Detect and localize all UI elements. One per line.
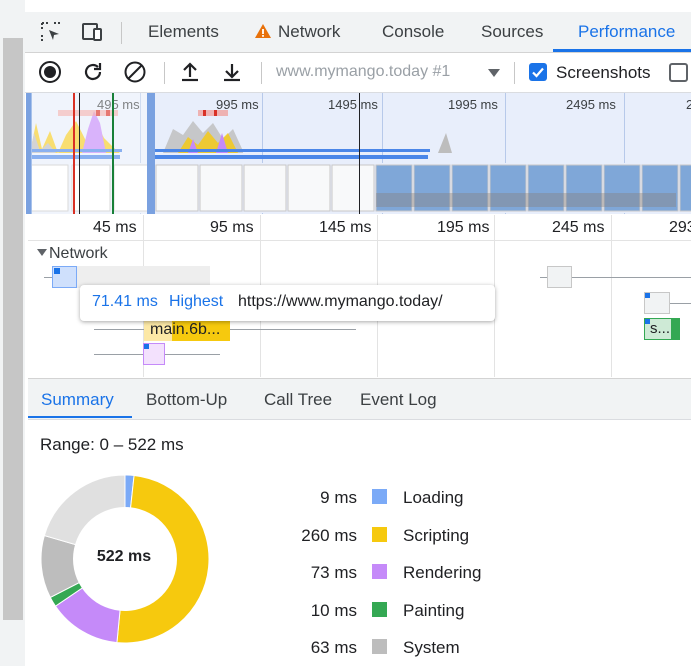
tab-call-tree[interactable]: Call Tree bbox=[264, 390, 332, 410]
tab-bottom-up[interactable]: Bottom-Up bbox=[146, 390, 227, 410]
load-event-marker bbox=[73, 93, 75, 214]
tab-event-log[interactable]: Event Log bbox=[360, 390, 437, 410]
dom-content-loaded-marker bbox=[112, 93, 114, 214]
details-tab-bar: Summary Bottom-Up Call Tree Event Log bbox=[28, 378, 691, 420]
toolbar-separator bbox=[261, 62, 262, 84]
dropdown-arrow-icon[interactable] bbox=[487, 66, 501, 84]
legend-label-scripting: Scripting bbox=[403, 526, 470, 545]
upload-profile-icon[interactable] bbox=[176, 58, 204, 86]
legend-value-rendering: 73 ms bbox=[310, 563, 357, 582]
toolbar-separator bbox=[164, 62, 165, 84]
legend-swatch-loading bbox=[372, 489, 387, 504]
toolbar-separator bbox=[514, 62, 515, 84]
request-bar-document[interactable] bbox=[52, 266, 77, 288]
screenshots-label[interactable]: Screenshots bbox=[556, 63, 651, 83]
ruler-tick: 245 ms bbox=[552, 219, 605, 236]
overview-tick: 1495 ms bbox=[328, 97, 378, 112]
legend-value-system: 63 ms bbox=[310, 638, 357, 657]
legend-label-painting: Painting bbox=[403, 601, 465, 620]
tab-network[interactable]: Network bbox=[254, 22, 340, 44]
record-icon[interactable] bbox=[36, 58, 64, 86]
request-bar-label: s... bbox=[650, 320, 671, 337]
clear-icon[interactable] bbox=[121, 58, 149, 86]
legend-label-rendering: Rendering bbox=[403, 563, 482, 582]
left-panel-strip bbox=[0, 0, 25, 666]
reload-icon[interactable] bbox=[79, 58, 107, 86]
summary-range: Range: 0 – 522 ms bbox=[40, 435, 184, 454]
devtools-tab-bar: Elements Network Console Sources Perform… bbox=[25, 12, 691, 53]
request-bar[interactable] bbox=[547, 266, 572, 288]
tooltip-time: 71.41 ms bbox=[92, 293, 158, 310]
tab-separator bbox=[121, 22, 122, 44]
download-profile-icon[interactable] bbox=[218, 58, 246, 86]
request-bar-download bbox=[671, 319, 679, 339]
network-track-header[interactable]: Network bbox=[37, 244, 108, 263]
request-bar-main-script[interactable]: main.6b... bbox=[144, 319, 230, 341]
legend-swatch-scripting bbox=[372, 527, 387, 542]
collapse-arrow-icon bbox=[37, 244, 49, 262]
recording-select[interactable]: www.mymango.today #1 bbox=[276, 63, 450, 81]
legend-swatch-painting bbox=[372, 602, 387, 617]
request-bar-render[interactable] bbox=[143, 343, 165, 365]
tooltip-priority: Highest bbox=[169, 293, 224, 310]
priority-marker bbox=[144, 344, 149, 349]
timeline-ruler: 45 ms 95 ms 145 ms 195 ms 245 ms 293 bbox=[28, 215, 691, 239]
overview-tick: 995 ms bbox=[216, 97, 259, 112]
legend-value-painting: 10 ms bbox=[310, 601, 357, 620]
ruler-tick: 45 ms bbox=[93, 219, 137, 236]
donut-total: 522 ms bbox=[96, 548, 152, 565]
request-whisker bbox=[670, 303, 691, 304]
overview-right-handle[interactable] bbox=[147, 93, 155, 214]
left-scrollbar[interactable] bbox=[3, 38, 23, 620]
memory-checkbox[interactable] bbox=[669, 63, 688, 82]
overview-tick: 2495 ms bbox=[566, 97, 616, 112]
tab-summary[interactable]: Summary bbox=[41, 390, 114, 410]
ruler-tick: 145 ms bbox=[319, 219, 372, 236]
ruler-tick: 95 ms bbox=[210, 219, 254, 236]
tab-elements[interactable]: Elements bbox=[148, 22, 219, 42]
screenshots-checkbox[interactable] bbox=[529, 63, 547, 81]
priority-marker bbox=[54, 268, 60, 274]
overview-tick: 2 bbox=[686, 97, 691, 112]
legend-swatch-rendering bbox=[372, 564, 387, 579]
time-marker bbox=[79, 93, 80, 214]
ruler-tick: 293 bbox=[669, 219, 691, 236]
warning-triangle-icon bbox=[254, 23, 272, 44]
tab-console[interactable]: Console bbox=[382, 22, 444, 42]
request-tooltip: 71.41 ms Highest https://www.mymango.tod… bbox=[80, 285, 495, 321]
priority-marker bbox=[645, 293, 650, 298]
active-tab-indicator bbox=[553, 49, 691, 52]
overview-selection-window bbox=[31, 93, 147, 214]
legend-label-loading: Loading bbox=[403, 488, 464, 507]
legend-value-scripting: 260 ms bbox=[301, 526, 357, 545]
overview-tick: 1995 ms bbox=[448, 97, 498, 112]
tooltip-url: https://www.mymango.today/ bbox=[238, 293, 443, 310]
legend-value-loading: 9 ms bbox=[320, 488, 357, 507]
tab-performance[interactable]: Performance bbox=[578, 22, 675, 42]
legend-swatch-system bbox=[372, 639, 387, 654]
request-bar[interactable] bbox=[644, 292, 670, 314]
device-toolbar-icon[interactable] bbox=[78, 18, 106, 46]
active-details-tab-indicator bbox=[28, 416, 132, 418]
inspect-element-icon[interactable] bbox=[37, 18, 65, 46]
ruler-divider bbox=[28, 240, 691, 241]
request-bar-stylesheet[interactable]: s... bbox=[644, 318, 680, 340]
time-marker bbox=[359, 93, 360, 214]
request-bar-label: main.6b... bbox=[150, 321, 221, 338]
tab-sources[interactable]: Sources bbox=[481, 22, 543, 42]
ruler-tick: 195 ms bbox=[437, 219, 490, 236]
legend-label-system: System bbox=[403, 638, 460, 657]
